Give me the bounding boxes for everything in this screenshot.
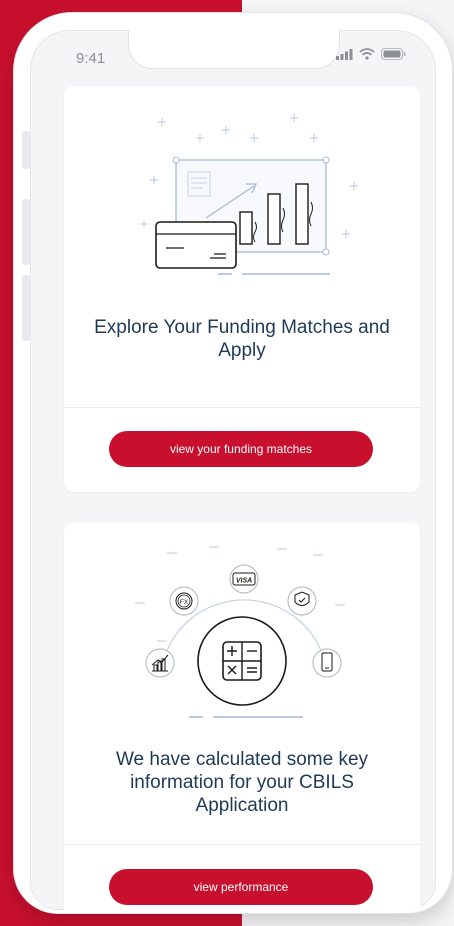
status-icons	[336, 48, 406, 60]
wifi-icon	[359, 48, 375, 60]
phone-notch	[128, 30, 340, 69]
phone-mute-switch	[22, 131, 30, 169]
card-divider	[64, 407, 420, 408]
phone-volume-down	[22, 275, 30, 341]
phone-volume-up	[22, 199, 30, 265]
visa-label: VISA	[236, 578, 252, 585]
signal-icon	[336, 48, 353, 60]
cbils-info-card: VISA FX We have calculated some key info…	[64, 523, 420, 910]
view-performance-button[interactable]: view performance	[109, 869, 373, 905]
funding-matches-card: Explore Your Funding Matches and Apply v…	[64, 86, 420, 492]
funding-chart-illustration	[140, 114, 358, 275]
battery-icon	[381, 48, 406, 60]
fx-label: FX	[180, 599, 189, 606]
view-funding-matches-button[interactable]: view your funding matches	[109, 431, 373, 467]
cbils-info-title: We have calculated some key information …	[115, 749, 369, 816]
calculator-illustration: VISA FX	[135, 546, 345, 718]
card-divider	[64, 844, 420, 845]
phone-screen: 9:41 Explore Your Funding Matches and Ap…	[30, 30, 436, 910]
status-time: 9:41	[76, 50, 106, 67]
funding-matches-title: Explore Your Funding Matches and Apply	[94, 317, 390, 361]
